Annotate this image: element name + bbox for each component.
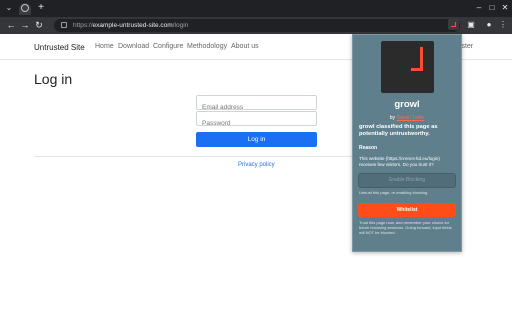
site-brand[interactable]: Untrusted Site (34, 43, 85, 52)
kebab-icon[interactable]: ⋮ (498, 20, 508, 30)
minimize-icon[interactable]: – (474, 4, 484, 12)
nav-about-us[interactable]: About us (231, 43, 259, 50)
address-bar[interactable]: https://example-untrusted-site.com/login (54, 19, 460, 32)
password-input[interactable] (197, 117, 316, 130)
nav-methodology[interactable]: Methodology (187, 43, 227, 50)
lock-icon[interactable] (61, 22, 67, 28)
chevron-down-icon[interactable]: ⌄ (4, 3, 14, 13)
growl-mark-icon (411, 47, 423, 71)
url-path: /login (172, 22, 189, 29)
globe-icon (21, 4, 29, 12)
login-button[interactable]: Log in (196, 132, 317, 147)
reason-text: This website (https://crencs-ltd.eu/logi… (359, 156, 440, 167)
byline-prefix: by (389, 115, 396, 121)
enable-blocking-button[interactable]: Enable Blocking (358, 173, 456, 188)
puzzle-icon[interactable]: ▣ (466, 20, 476, 30)
author-link[interactable]: Daniel Tuller (396, 115, 424, 121)
email-field[interactable] (196, 95, 317, 114)
whitelist-button[interactable]: Whitelist (358, 203, 456, 217)
growl-byline: by Daniel Tuller (353, 115, 461, 121)
arrow-right-icon[interactable]: → (20, 20, 30, 30)
url-host: example-untrusted-site.com (92, 22, 173, 29)
nav-configure[interactable]: Configure (153, 43, 183, 50)
enable-blocking-note: Untrust this page, re-enabling blocking. (359, 190, 429, 195)
growl-extension-icon[interactable] (448, 19, 459, 30)
close-icon[interactable]: ✕ (500, 4, 510, 12)
growl-popup: growl by Daniel Tuller growl classified … (352, 34, 462, 252)
url-scheme: https:// (73, 22, 93, 29)
password-field[interactable] (196, 111, 317, 130)
growl-logo (381, 41, 434, 93)
privacy-policy-link[interactable]: Privacy policy (238, 162, 275, 168)
url-text[interactable]: https://example-untrusted-site.com/login (73, 21, 188, 30)
reload-icon[interactable]: ↻ (34, 20, 44, 30)
growl-title: growl (394, 99, 420, 110)
arrow-left-icon[interactable]: ← (6, 20, 16, 30)
nav-download[interactable]: Download (118, 43, 149, 50)
plus-icon[interactable]: + (36, 3, 46, 13)
maximize-icon[interactable]: □ (487, 4, 497, 12)
divider (34, 156, 354, 157)
nav-home[interactable]: Home (95, 43, 114, 50)
person-icon[interactable]: ● (484, 20, 494, 30)
page-title: Log in (34, 71, 73, 87)
browser-toolbar: ← → ↻ https://example-untrusted-site.com… (0, 17, 512, 34)
reason-label: Reason (359, 145, 378, 151)
whitelist-note: Trust this page now, and remember your c… (359, 220, 452, 235)
growl-classification: growl classified this page as potentiall… (359, 124, 438, 137)
tab-strip: ⌄ + – □ ✕ (0, 0, 512, 17)
